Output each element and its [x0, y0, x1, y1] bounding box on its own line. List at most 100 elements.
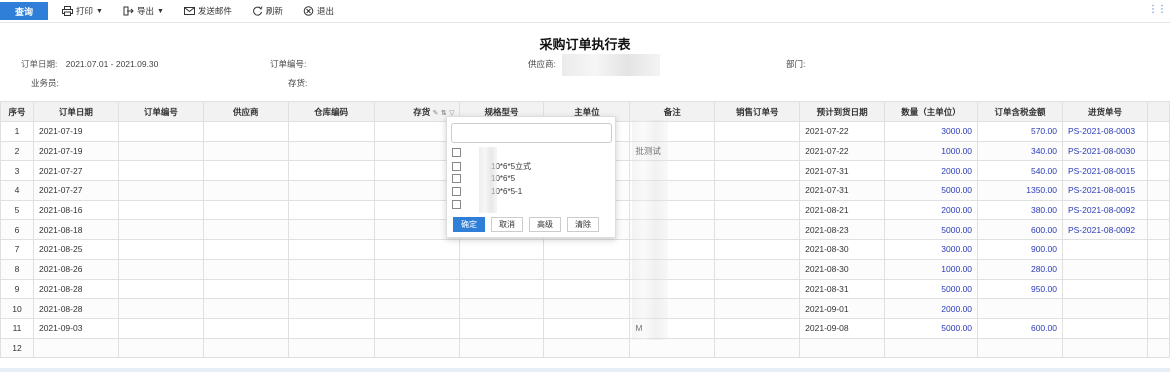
checkbox[interactable]: [452, 200, 461, 209]
cell-receipt[interactable]: [1061, 278, 1148, 300]
cell-empty: [287, 239, 375, 260]
cell-empty: [458, 317, 545, 339]
cell-note: [629, 337, 716, 359]
cell-date: 2021-08-16: [32, 199, 119, 221]
checkbox[interactable]: [452, 187, 461, 196]
filter-cancel-button[interactable]: 取消: [491, 217, 523, 232]
col-header-note[interactable]: 备注: [629, 101, 716, 122]
table-row[interactable]: 9 2021-08-28 2021-08-31 5000.00 950.00: [0, 278, 1170, 300]
cell-receipt[interactable]: PS-2021-08-0015: [1061, 180, 1148, 201]
filter-search-input[interactable]: [451, 123, 612, 143]
toolbar-divider: [0, 22, 1170, 23]
cell-receipt[interactable]: [1061, 258, 1148, 280]
col-header-stock-label: 存货: [413, 106, 431, 117]
table-row[interactable]: 12: [0, 337, 1170, 359]
refresh-button[interactable]: 刷新: [252, 5, 283, 17]
toolbar: 查询 打印 ▼ 导出 ▼ 发送邮件 刷新 退出 ⋮⋮: [0, 0, 1170, 22]
redacted-filter-items: [479, 147, 497, 213]
cell-empty: [117, 199, 204, 221]
cell-eta: 2021-07-22: [799, 121, 886, 142]
table-row[interactable]: 8 2021-08-26 2021-08-30 1000.00 280.00: [0, 258, 1170, 280]
cell-empty: [287, 298, 375, 319]
cell-qty: 2000.00: [884, 298, 979, 319]
checkbox[interactable]: [452, 148, 461, 157]
close-circle-icon: [303, 6, 314, 16]
cell-amount: 570.00: [977, 121, 1063, 142]
cell-date: 2021-07-19: [32, 140, 119, 162]
export-button[interactable]: 导出 ▼: [123, 5, 164, 17]
pin-icon[interactable]: ✎: [433, 110, 439, 117]
col-header-supplier[interactable]: 供应商: [202, 101, 289, 122]
col-header-qty[interactable]: 数量（主单位）: [884, 101, 979, 122]
cell-qty: 3000.00: [884, 121, 979, 142]
cell-receipt[interactable]: PS-2021-08-0092: [1061, 219, 1148, 241]
cell-qty: 1000.00: [884, 258, 979, 280]
col-header-order-date[interactable]: 订单日期: [32, 101, 119, 122]
filter-option-5[interactable]: [452, 200, 467, 209]
cell-receipt[interactable]: [1061, 317, 1148, 339]
cell-empty: [202, 298, 289, 319]
cell-amount: [977, 337, 1063, 359]
cell-receipt[interactable]: [1061, 337, 1148, 359]
cell-empty: [714, 317, 801, 339]
cell-date: 2021-08-28: [32, 298, 119, 319]
cell-empty: [287, 219, 375, 241]
table-row[interactable]: 7 2021-08-25 2021-08-30 3000.00 900.00: [0, 239, 1170, 260]
send-mail-button[interactable]: 发送邮件: [183, 5, 232, 17]
col-header-receipt[interactable]: 进货单号: [1061, 101, 1148, 122]
filter-clear-button[interactable]: 清除: [567, 217, 599, 232]
cell-empty: [714, 121, 801, 142]
cell-empty: [202, 160, 289, 182]
cell-empty: [1146, 160, 1170, 182]
cell-empty: [117, 298, 204, 319]
cell-receipt[interactable]: [1061, 298, 1148, 319]
table-row[interactable]: 10 2021-08-28 2021-09-01 2000.00: [0, 298, 1170, 319]
cell-empty: [202, 239, 289, 260]
supplier-label: 供应商:: [528, 59, 556, 69]
filter-confirm-button[interactable]: 确定: [453, 217, 485, 232]
cell-empty: [1146, 121, 1170, 142]
cell-date: 2021-08-26: [32, 258, 119, 280]
cell-empty: [1146, 317, 1170, 339]
filter-advanced-button[interactable]: 高级: [529, 217, 561, 232]
cell-amount: 600.00: [977, 317, 1063, 339]
cell-empty: [202, 317, 289, 339]
col-header-amount[interactable]: 订单含税金额: [977, 101, 1063, 122]
cell-receipt[interactable]: PS-2021-08-0003: [1061, 121, 1148, 142]
checkbox[interactable]: [452, 174, 461, 183]
cell-empty: [714, 180, 801, 201]
col-header-sales-order[interactable]: 销售订单号: [714, 101, 801, 122]
cell-no: 4: [0, 180, 34, 201]
cell-empty: [1146, 199, 1170, 221]
filter-option-1[interactable]: [452, 148, 467, 157]
cell-empty: [373, 278, 460, 300]
cell-receipt[interactable]: PS-2021-08-0030: [1061, 140, 1148, 162]
salesman-label: 业务员:: [31, 78, 59, 88]
cell-no: 12: [0, 337, 34, 359]
cell-receipt[interactable]: PS-2021-08-0092: [1061, 199, 1148, 221]
horizontal-scrollbar[interactable]: [0, 368, 1170, 372]
cell-empty: [1146, 258, 1170, 280]
cell-empty: [1146, 219, 1170, 241]
exit-button[interactable]: 退出: [303, 5, 334, 17]
more-menu-icon[interactable]: ⋮⋮: [1148, 4, 1167, 15]
col-header-eta[interactable]: 预计到货日期: [799, 101, 886, 122]
chevron-down-icon: ▼: [156, 7, 164, 15]
cell-empty: [117, 337, 204, 359]
query-button[interactable]: 查询: [0, 2, 48, 20]
cell-receipt[interactable]: [1061, 239, 1148, 260]
checkbox[interactable]: [452, 162, 461, 171]
col-header-warehouse[interactable]: 仓库编码: [287, 101, 375, 122]
cell-empty: [714, 337, 801, 359]
cell-eta: 2021-09-08: [799, 317, 886, 339]
cell-receipt[interactable]: PS-2021-08-0015: [1061, 160, 1148, 182]
print-button[interactable]: 打印 ▼: [62, 5, 103, 17]
cell-empty: [373, 298, 460, 319]
col-header-no[interactable]: 序号: [0, 101, 34, 122]
cell-empty: [202, 199, 289, 221]
cell-empty: [458, 298, 545, 319]
cell-empty: [287, 258, 375, 280]
cell-qty: 5000.00: [884, 317, 979, 339]
table-row[interactable]: 11 2021-09-03 M 2021-09-08 5000.00 600.00: [0, 317, 1170, 339]
col-header-order-no[interactable]: 订单编号: [117, 101, 204, 122]
